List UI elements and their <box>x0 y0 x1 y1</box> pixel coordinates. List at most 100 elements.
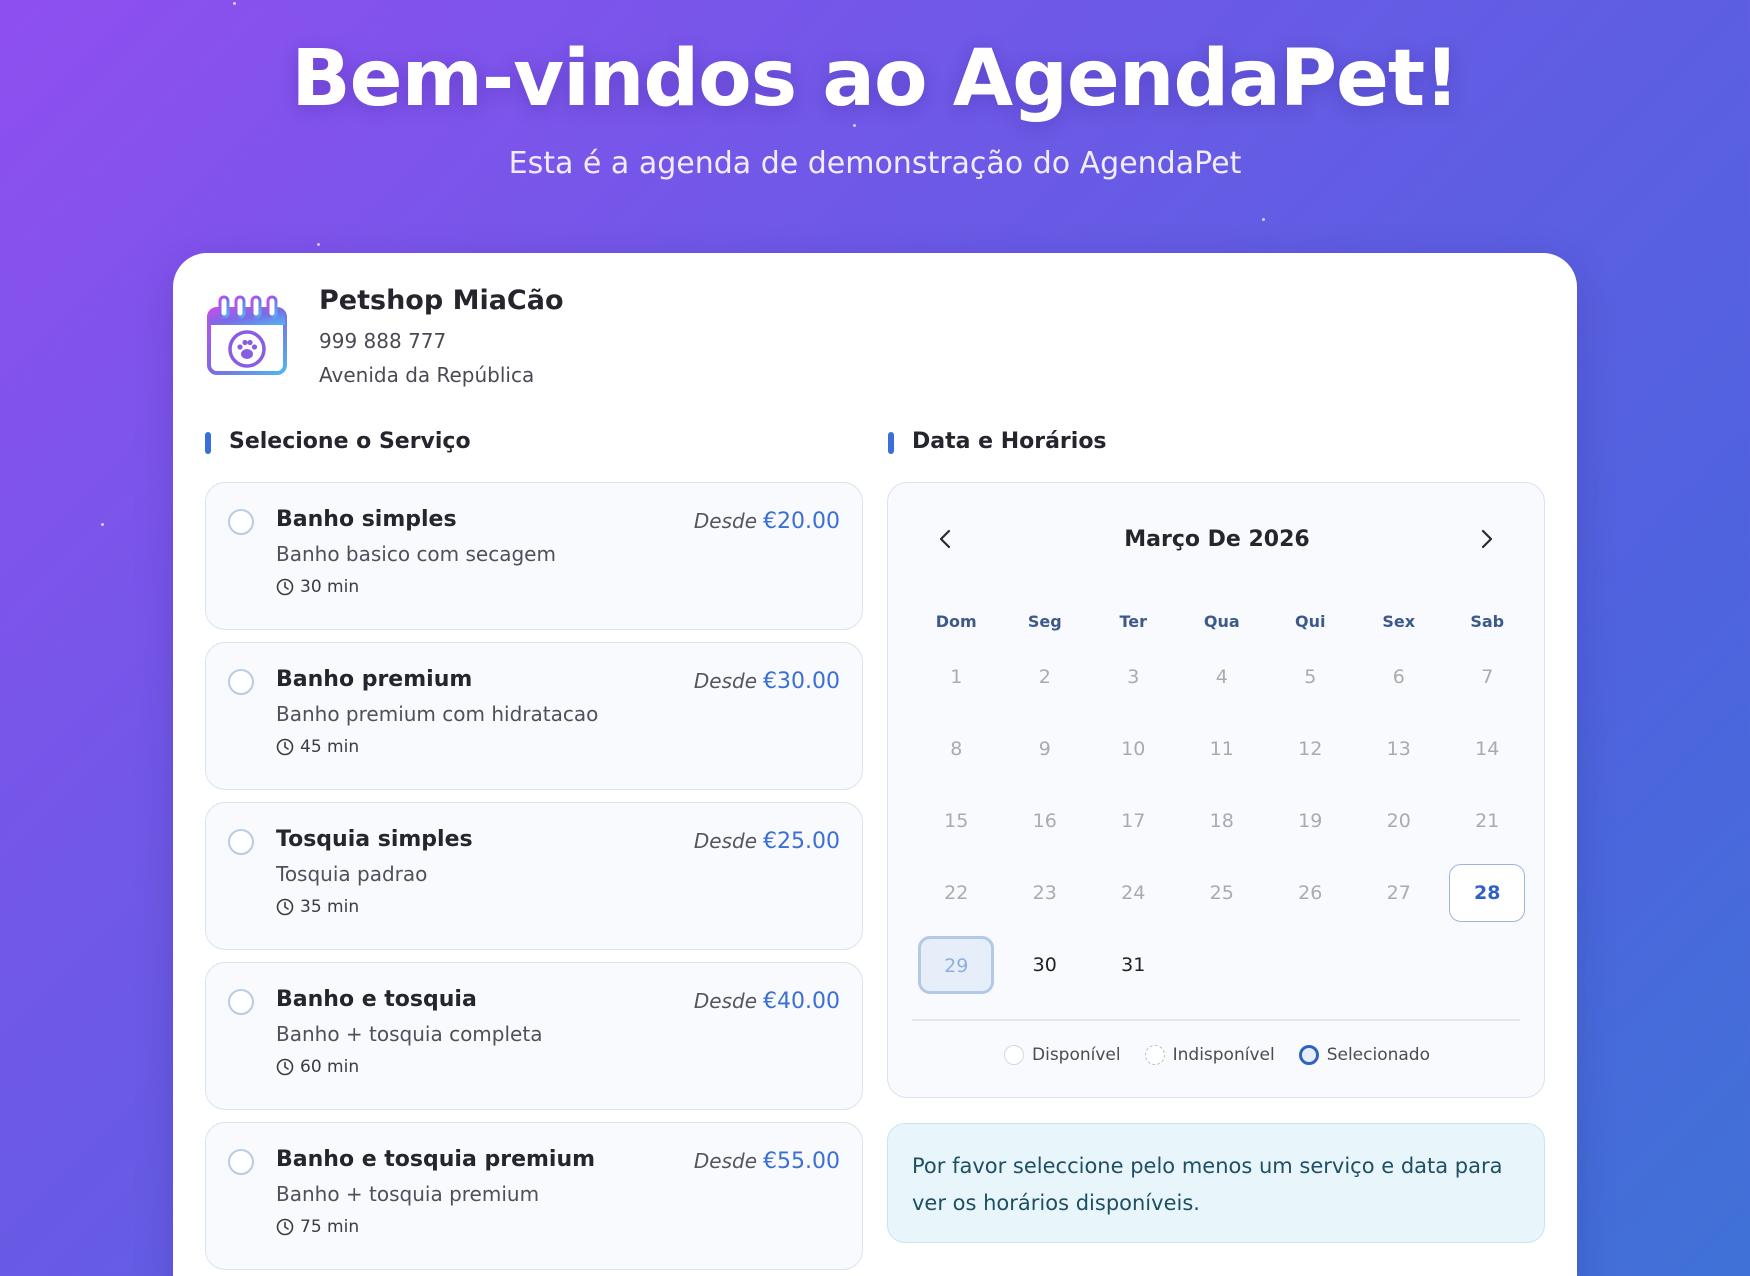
duration-label: 30 min <box>300 577 360 597</box>
calendar-day: 11 <box>1178 738 1267 760</box>
day-number: 28 <box>1449 864 1526 922</box>
calendar-day: 15 <box>912 810 1001 832</box>
calendar-section-title: Data e Horários <box>888 429 1107 454</box>
calendar-day: 5 <box>1266 666 1355 688</box>
service-name: Tosquia simples <box>276 827 473 852</box>
background-star <box>233 2 236 5</box>
calendar-day[interactable]: 28 <box>1443 864 1532 922</box>
day-number: 23 <box>1032 882 1057 904</box>
page-subtitle: Esta é a agenda de demonstração do Agend… <box>508 146 1242 181</box>
calendar-legend: Disponível Indisponível Selecionado <box>888 1045 1546 1065</box>
service-name: Banho e tosquia premium <box>276 1147 596 1172</box>
chevron-right-icon[interactable] <box>1472 525 1500 553</box>
weekday-label: Qui <box>1295 611 1326 631</box>
clock-icon <box>276 898 294 916</box>
calendar-month-label: Março De 2026 <box>1124 527 1310 552</box>
background-star <box>1262 218 1265 221</box>
service-option[interactable]: Tosquia simples Tosquia padrao 35 min Desde… <box>205 802 863 950</box>
calendar-day: 27 <box>1355 882 1444 904</box>
calendar-day: 18 <box>1178 810 1267 832</box>
service-radio[interactable] <box>228 829 254 855</box>
day-number: 29 <box>918 936 995 994</box>
calendar-day: 16 <box>1001 810 1090 832</box>
booking-card: Petshop MiaCão 999 888 777 Avenida da Re… <box>173 253 1577 1276</box>
day-number: 21 <box>1475 810 1500 832</box>
duration-label: 75 min <box>300 1217 360 1237</box>
legend-label: Indisponível <box>1172 1045 1275 1065</box>
calendar-week: 1 2 3 4 5 6 7 <box>912 641 1532 713</box>
calendar-day: 7 <box>1443 666 1532 688</box>
service-option[interactable]: Banho premium Banho premium com hidrataca… <box>205 642 863 790</box>
calendar-day: 17 <box>1089 810 1178 832</box>
clock-icon <box>276 1218 294 1236</box>
legend-label: Selecionado <box>1326 1045 1430 1065</box>
selected-indicator-icon <box>1298 1045 1319 1065</box>
day-number: 18 <box>1209 810 1234 832</box>
calendar-week: 15 16 17 18 19 20 21 <box>912 785 1532 857</box>
calendar-week: 8 9 10 11 12 13 14 <box>912 713 1532 785</box>
service-radio[interactable] <box>228 509 254 535</box>
available-indicator-icon <box>1004 1045 1024 1065</box>
calendar-day: 8 <box>912 738 1001 760</box>
service-price: Desde €40.00 <box>694 989 840 1014</box>
price-value: €20.00 <box>763 509 840 534</box>
day-number: 9 <box>1038 738 1051 760</box>
calendar-grid: Dom Seg Ter Qua Qui Sex Sab 1 2 3 4 5 6 7 8 9 10 11 12 13 14… <box>912 601 1532 1001</box>
day-number: 20 <box>1386 810 1411 832</box>
calendar-day[interactable]: 30 <box>1001 954 1090 976</box>
page-title: Bem-vindos ao AgendaPet! <box>291 34 1460 124</box>
calendar-day: 6 <box>1355 666 1444 688</box>
service-duration: 60 min <box>276 1057 359 1077</box>
clock-icon <box>276 1058 294 1076</box>
day-number: 13 <box>1386 738 1411 760</box>
service-radio[interactable] <box>228 989 254 1015</box>
day-number: 7 <box>1481 666 1494 688</box>
background-star <box>317 243 320 246</box>
clock-icon <box>276 738 294 756</box>
day-number: 31 <box>1121 954 1146 976</box>
calendar-day: 23 <box>1001 882 1090 904</box>
legend-available: Disponível <box>1004 1045 1121 1065</box>
day-number: 24 <box>1121 882 1146 904</box>
service-option[interactable]: Banho e tosquia Banho + tosquia completa 6… <box>205 962 863 1110</box>
service-description: Banho basico com secagem <box>276 542 556 566</box>
calendar-day: 13 <box>1355 738 1444 760</box>
calendar-week: 22 23 24 25 26 27 28 <box>912 857 1532 929</box>
calendar-day[interactable]: 31 <box>1089 954 1178 976</box>
shop-phone: 999 888 777 <box>319 329 447 353</box>
calendar-day: 4 <box>1178 666 1267 688</box>
calendar-day: 14 <box>1443 738 1532 760</box>
service-radio[interactable] <box>228 669 254 695</box>
service-price: Desde €20.00 <box>694 509 840 534</box>
service-radio[interactable] <box>228 1149 254 1175</box>
day-number: 5 <box>1304 666 1317 688</box>
weekday-label: Qua <box>1203 611 1240 631</box>
day-number: 2 <box>1038 666 1051 688</box>
calendar-day: 9 <box>1001 738 1090 760</box>
service-name: Banho premium <box>276 667 473 692</box>
day-number: 8 <box>950 738 963 760</box>
calendar-day: 25 <box>1178 882 1267 904</box>
calendar-day: 1 <box>912 666 1001 688</box>
legend-selected: Selecionado <box>1298 1045 1430 1065</box>
legend-label: Disponível <box>1032 1045 1121 1065</box>
weekday-label: Dom <box>935 611 977 631</box>
weekday-header: Dom Seg Ter Qua Qui Sex Sab <box>912 601 1532 641</box>
service-duration: 45 min <box>276 737 359 757</box>
service-name: Banho simples <box>276 507 457 532</box>
weekday-label: Ter <box>1119 611 1148 631</box>
weekday-label: Sex <box>1382 611 1416 631</box>
calendar-day: 19 <box>1266 810 1355 832</box>
calendar-week: 29 30 31 <box>912 929 1532 1001</box>
day-number: 6 <box>1392 666 1405 688</box>
background-star <box>853 124 856 127</box>
price-prefix: Desde <box>693 829 758 853</box>
calendar-day: 24 <box>1089 882 1178 904</box>
shop-name: Petshop MiaCão <box>319 285 564 316</box>
service-option[interactable]: Banho simples Banho basico com secagem 30 … <box>205 482 863 630</box>
service-option[interactable]: Banho e tosquia premium Banho + tosquia p… <box>205 1122 863 1270</box>
service-description: Banho premium com hidratacao <box>276 702 599 726</box>
legend-unavailable: Indisponível <box>1144 1045 1275 1065</box>
calendar-day[interactable]: 29 <box>912 936 1001 994</box>
weekday-label: Sab <box>1470 611 1505 631</box>
